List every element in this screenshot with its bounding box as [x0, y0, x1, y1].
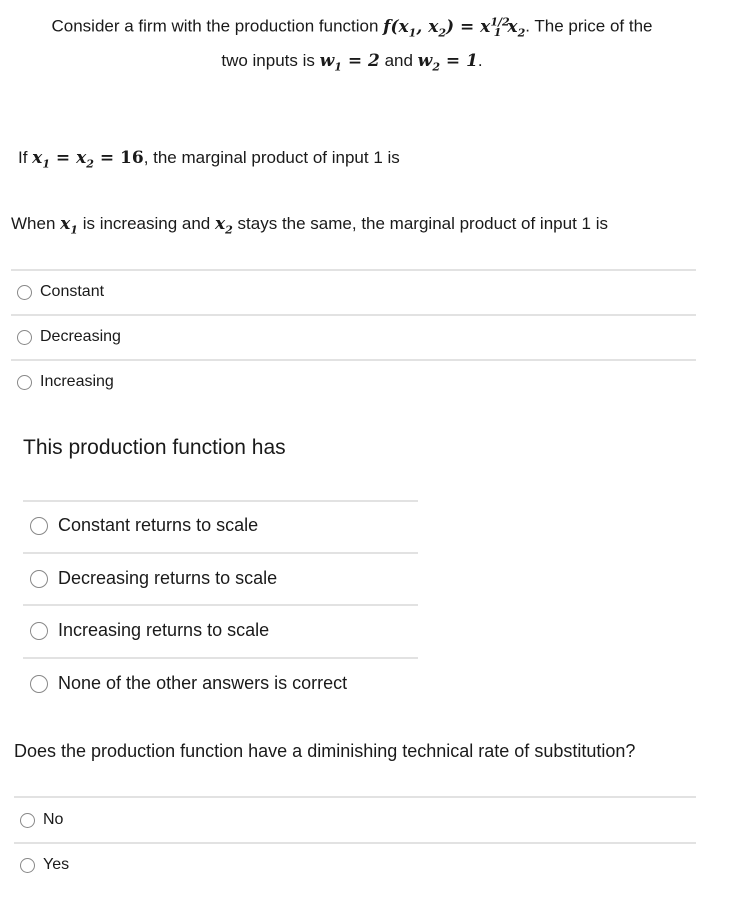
radio-button[interactable]	[17, 329, 32, 345]
radio-button[interactable]	[30, 569, 48, 588]
w2-price: w2 = 1	[417, 51, 478, 74]
option-yes[interactable]: Yes	[20, 856, 69, 874]
divider	[14, 842, 696, 844]
radio-button[interactable]	[30, 674, 48, 693]
option-decreasing-returns[interactable]: Decreasing returns to scale	[30, 568, 277, 589]
divider	[23, 500, 418, 502]
option-none-correct[interactable]: None of the other answers is correct	[30, 673, 347, 694]
radio-button[interactable]	[20, 812, 35, 828]
option-no[interactable]: No	[20, 811, 63, 829]
divider	[11, 314, 696, 316]
problem-line-1: Consider a firm with the production func…	[51, 15, 653, 40]
divider	[23, 657, 418, 659]
problem-line-2: two inputs is w1 = 2 and w2 = 1.	[221, 51, 483, 74]
divider	[11, 359, 696, 361]
radio-button[interactable]	[20, 857, 35, 873]
divider	[14, 796, 696, 798]
divider	[23, 552, 418, 554]
question-4-prompt: Does the production function have a dimi…	[14, 741, 636, 761]
problem-statement: Consider a firm with the production func…	[0, 8, 704, 81]
radio-button[interactable]	[17, 374, 32, 390]
radio-button[interactable]	[30, 516, 48, 535]
option-constant[interactable]: Constant	[17, 283, 104, 301]
option-increasing-returns[interactable]: Increasing returns to scale	[30, 620, 269, 641]
w1-price: w1 = 2	[319, 51, 380, 74]
option-constant-returns[interactable]: Constant returns to scale	[30, 515, 258, 536]
radio-button[interactable]	[30, 621, 48, 640]
question-3-prompt: This production function has	[23, 436, 286, 459]
production-function-formula: f(x1, x2) = x1/21 x2	[383, 15, 526, 40]
option-decreasing[interactable]: Decreasing	[17, 328, 121, 346]
question-2-prompt: When x1 is increasing and x2 stays the s…	[11, 214, 608, 237]
radio-button[interactable]	[17, 284, 32, 300]
divider	[11, 269, 696, 271]
question-1-prompt: If x1 = x2 = 16, the marginal product of…	[18, 148, 400, 171]
divider	[23, 604, 418, 606]
option-increasing[interactable]: Increasing	[17, 373, 114, 391]
